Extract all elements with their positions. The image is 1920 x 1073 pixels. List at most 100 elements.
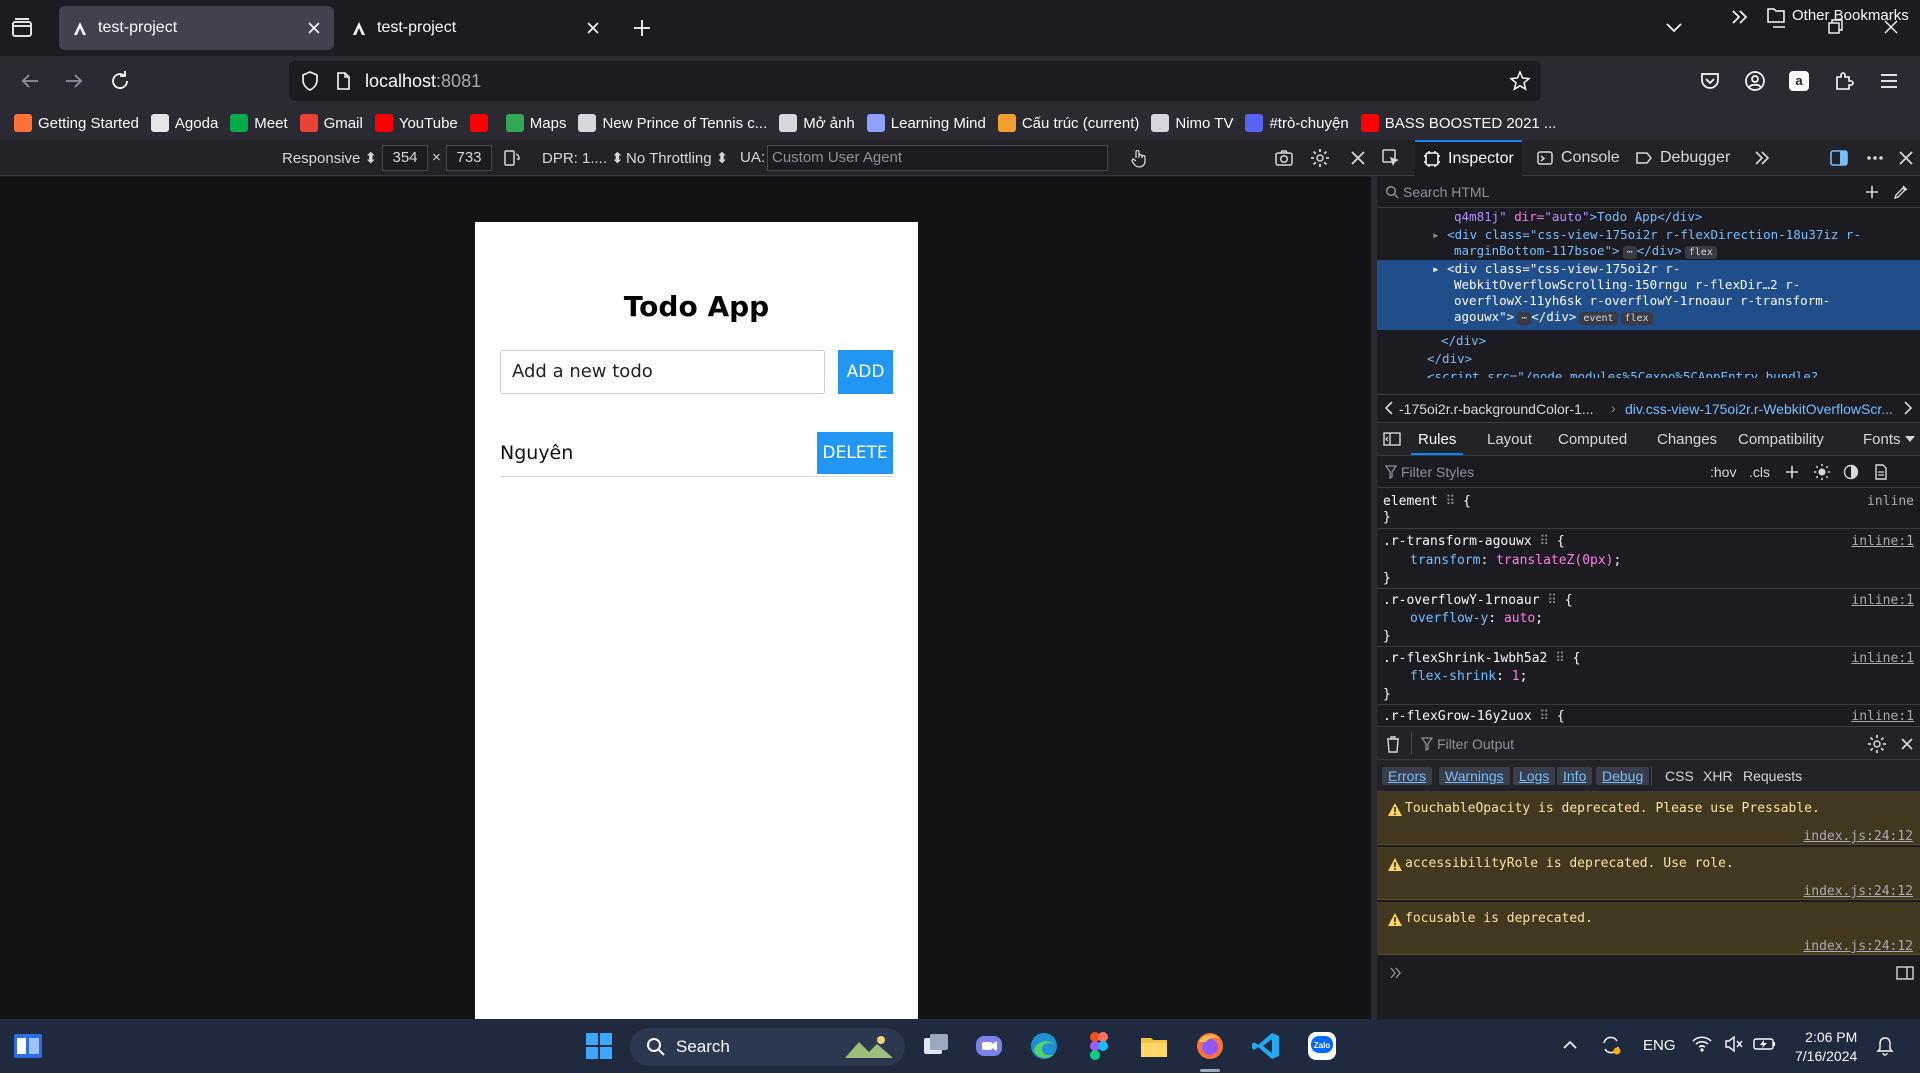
bookmark-item[interactable]: Getting Started [14,114,139,132]
device-selector[interactable]: Responsive ⬍ [282,149,377,167]
chevron-double-right-icon[interactable] [1730,8,1750,26]
rule-declaration[interactable]: overflow-y: auto; [1410,609,1543,628]
rule-source-link[interactable]: inline:1 [1851,707,1914,726]
chevron-left-icon[interactable] [1383,400,1395,416]
breadcrumb-item[interactable]: -175oi2r.r-backgroundColor-1... [1399,401,1594,417]
edge-browser-icon[interactable] [1028,1030,1060,1062]
add-todo-button[interactable]: ADD [838,350,893,394]
toggle-sidebar-icon[interactable] [1383,431,1401,447]
console-warning-message[interactable]: focusable is deprecated. index.js:24:12 [1377,902,1920,955]
tab-inspector[interactable]: Inspector [1415,140,1522,176]
filter-styles-input[interactable]: Filter Styles [1401,464,1474,480]
trash-icon[interactable] [1385,735,1401,753]
account-icon[interactable] [1743,69,1767,93]
throttling-selector[interactable]: No Throttling ⬍ [626,149,728,167]
other-bookmarks[interactable]: Other Bookmarks [1766,6,1909,24]
markup-line[interactable]: <script src="/node_modules%5Cexpo%5CAppE… [1377,368,1920,378]
editor-mode-icon[interactable] [1896,965,1914,981]
chevron-up-icon[interactable] [1562,1037,1578,1053]
console-message-source-link[interactable]: index.js:24:12 [1803,884,1913,899]
markup-line[interactable]: q4m81j" dir="auto">Todo App</div> [1377,208,1920,226]
tab-console[interactable]: Console [1528,140,1628,176]
console-message-source-link[interactable]: index.js:24:12 [1803,829,1913,844]
class-toggle[interactable]: .cls [1749,464,1770,480]
bookmark-item[interactable]: Nimo TV [1151,114,1233,132]
dpr-selector[interactable]: DPR: 1.... ⬍ [542,149,624,167]
hamburger-menu-icon[interactable] [1877,69,1901,93]
eyedropper-icon[interactable] [1893,184,1909,200]
print-media-icon[interactable] [1873,464,1889,480]
extensions-puzzle-icon[interactable] [1832,69,1856,93]
page-info-icon[interactable] [333,71,353,91]
bookmark-item[interactable]: Meet [230,114,288,132]
bookmark-item[interactable]: Learning Mind [866,114,986,132]
browser-tab-active[interactable]: test-project [59,6,334,50]
filter-errors[interactable]: Errors [1382,767,1433,785]
list-all-tabs-icon[interactable] [10,16,38,40]
markup-line[interactable]: marginBottom-117bsoe"> ⋯ </div> flex [1377,242,1920,260]
filter-css[interactable]: CSS [1659,767,1700,785]
rule-declaration[interactable]: flex-shrink: 1; [1410,667,1527,686]
tracking-protection-shield-icon[interactable] [299,70,321,92]
bookmark-item[interactable]: Maps [505,114,566,132]
touch-simulation-icon[interactable] [1128,148,1148,168]
bookmark-item[interactable]: Gmail [299,114,363,132]
input-language[interactable]: ENG [1643,1037,1676,1054]
console-warning-message[interactable]: TouchableOpacity is deprecated. Please u… [1377,792,1920,845]
widgets-icon[interactable] [12,1030,44,1062]
wifi-icon[interactable] [1692,1035,1712,1053]
filter-warnings[interactable]: Warnings [1439,767,1510,785]
console-message-source-link[interactable]: index.js:24:12 [1803,939,1913,954]
hover-pseudo-toggle[interactable]: :hov [1710,464,1736,480]
more-tabs-icon[interactable] [1745,140,1786,176]
caret-down-icon[interactable] [1904,435,1916,443]
console-input[interactable] [1377,957,1920,1019]
light-scheme-sun-icon[interactable] [1813,463,1831,481]
dark-scheme-icon[interactable] [1843,464,1859,480]
figma-icon[interactable] [1083,1030,1115,1062]
sync-icon[interactable] [1600,1034,1622,1056]
forward-arrow-icon[interactable] [62,69,86,93]
new-todo-input[interactable]: Add a new todo [500,350,825,394]
close-tab-icon[interactable] [585,20,601,36]
delete-todo-button[interactable]: DELETE [817,432,893,474]
browser-tab[interactable]: test-project [338,6,613,50]
filter-requests[interactable]: Requests [1737,767,1808,785]
tab-compatibility[interactable]: Compatibility [1738,431,1824,448]
volume-muted-icon[interactable] [1724,1035,1744,1053]
search-html-input[interactable]: Search HTML [1403,184,1489,200]
bookmark-star-icon[interactable] [1509,70,1531,92]
bookmark-item[interactable]: Mở ảnh [779,114,855,132]
rotate-viewport-icon[interactable] [502,148,522,168]
close-split-console-icon[interactable] [1899,736,1915,752]
tab-fonts[interactable]: Fonts [1863,431,1901,448]
filter-output-input[interactable]: Filter Output [1437,736,1514,752]
close-devtools-icon[interactable] [1889,140,1920,176]
user-agent-input[interactable]: Custom User Agent [767,145,1108,171]
close-rdm-icon[interactable] [1348,148,1368,168]
markup-line[interactable]: </div> [1377,350,1920,368]
bookmark-item[interactable] [469,114,494,132]
taskbar-search[interactable]: Search [630,1028,905,1066]
bookmark-item[interactable]: YouTube [374,114,458,132]
console-settings-gear-icon[interactable] [1867,734,1887,754]
tab-rules[interactable]: Rules [1418,431,1456,448]
breadcrumb-item-current[interactable]: div.css-view-175oi2r.r-WebkitOverflowScr… [1625,401,1893,417]
rule-declaration[interactable]: transform: translateZ(0px); [1410,551,1621,570]
chevron-down-icon[interactable] [1663,16,1685,38]
console-warning-message[interactable]: accessibilityRole is deprecated. Use rol… [1377,847,1920,900]
rule-source-link[interactable]: inline:1 [1851,591,1914,610]
rule-source-link[interactable]: inline:1 [1851,649,1914,668]
add-node-icon[interactable] [1864,184,1880,200]
amazon-extension-icon[interactable]: a [1787,69,1811,93]
back-arrow-icon[interactable] [18,69,42,93]
bookmark-item[interactable]: Agoda [150,114,218,132]
pocket-icon[interactable] [1698,69,1722,93]
notification-bell-icon[interactable] [1876,1036,1894,1056]
zalo-icon[interactable]: Zalo [1306,1030,1338,1062]
tab-debugger[interactable]: Debugger [1627,140,1738,176]
viewport-height-input[interactable]: 733 [446,145,492,171]
markup-line-selected[interactable]: ▸ <div class="css-view-175oi2r r- Webkit… [1377,260,1920,330]
close-tab-icon[interactable] [306,20,322,36]
markup-line[interactable]: </div> [1377,332,1920,350]
